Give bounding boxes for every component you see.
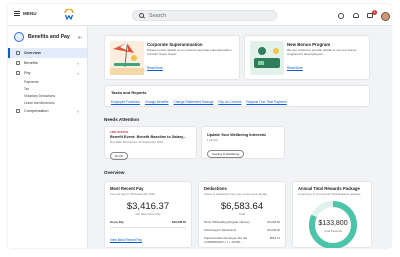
sidebar-header: Benefits and Pay	[14, 32, 70, 42]
row-label: Gross Pay	[110, 220, 124, 224]
promo-card-bonus[interactable]: New Bonus Program We are excited to prov…	[244, 35, 370, 80]
promo-card-superannuation[interactable]: Corporate Superannuation Please review d…	[104, 35, 240, 80]
attention-title: Benefit Event: Benefit Baseline to Salar…	[110, 135, 187, 139]
amount-caption: Total	[239, 212, 245, 216]
total-rewards-amount: $133,800	[318, 220, 348, 227]
sidebar-nav: Overview Benefits ˅ Pay ˄ Payments Tax V…	[8, 48, 87, 116]
main-content: Corporate Superannuation Please review d…	[94, 26, 386, 248]
benefits-app-icon	[14, 32, 24, 42]
deduction-row: Child Support (Deduction) $3,045.00	[204, 228, 280, 232]
sidebar: Benefits and Pay ⇤ Overview Benefits ˅ P…	[8, 26, 88, 248]
row-value: $10,048.55	[172, 220, 186, 224]
amount-caption: Total Rewards	[324, 229, 342, 233]
attention-subtitle: Due Date Review Due 12 September 2022	[110, 140, 164, 144]
inbox-badge: 1	[372, 10, 377, 15]
search-icon	[139, 13, 144, 18]
wellbeing-button[interactable]: Getting & Wellbeing	[207, 150, 245, 158]
promo-description: Please review details of our current cor…	[147, 48, 232, 56]
workday-logo-icon[interactable]	[63, 9, 75, 21]
chevron-down-icon: ˅	[76, 108, 79, 114]
deduction-row: Superannuation Employee Pre Tax 2.000000…	[204, 236, 280, 244]
collapse-sidebar-icon[interactable]: ⇤	[78, 35, 82, 41]
divider	[110, 227, 186, 228]
deduction-row: PAYG Withholding (Regular / Bonus) $3,02…	[204, 220, 280, 224]
sidebar-item-label: Compensation	[24, 109, 49, 113]
gross-pay-row: Gross Pay $10,048.55	[110, 220, 186, 224]
deductions-amount: $6,583.64	[220, 201, 264, 212]
row-label: Superannuation Employee Pre Tax 2.000000…	[204, 236, 248, 244]
task-link-one-time-payment[interactable]: Request One-Time Payment	[246, 100, 286, 104]
promo-text: New Bonus Program We are excited to prov…	[287, 42, 367, 74]
attention-card-wellbeing[interactable]: Update Your Wellbeing Interests! 1 item(…	[201, 126, 285, 159]
sidebar-title: Benefits and Pay	[28, 34, 70, 40]
chat-icon[interactable]	[338, 13, 344, 19]
total-rewards-card: Annual Total Rewards Package A summary o…	[292, 181, 372, 248]
row-value: $510.14	[269, 236, 280, 240]
compensation-icon	[16, 109, 20, 113]
overview-heading: Overview	[104, 170, 125, 175]
read-more-link[interactable]: Read More	[147, 66, 163, 70]
sidebar-item-label: Pay	[24, 71, 31, 75]
task-link-change-retirement[interactable]: Change Retirement Savings	[173, 100, 213, 104]
chevron-up-icon: ˄	[76, 70, 79, 76]
top-bar: MENU Search 1	[8, 4, 391, 26]
card-subtitle: A summary of your Annual Total Rewards p…	[298, 192, 362, 196]
card-title: Most Recent Pay	[110, 186, 144, 191]
card-subtitle: Cases of deductions from your most recen…	[204, 192, 268, 196]
tasks-title: Tasks and Reports	[111, 90, 147, 95]
row-value: $3,028.50	[267, 220, 280, 224]
sidebar-item-label: Overview	[24, 51, 41, 55]
bonus-illustration-icon	[250, 41, 284, 75]
task-link-employee-functions[interactable]: Employee Functions	[111, 100, 140, 104]
promo-title: New Bonus Program	[287, 42, 331, 47]
deductions-card: Deductions Cases of deductions from your…	[198, 181, 286, 248]
promo-text: Corporate Superannuation Please review d…	[147, 42, 237, 74]
attention-subtitle: 1 item(s)	[207, 138, 218, 142]
pay-icon	[16, 71, 20, 75]
card-title: Deductions	[204, 186, 227, 191]
app-window: MENU Search 1 Benefits and Pay ⇤ Overvie…	[8, 4, 391, 248]
sidebar-subitem-payments[interactable]: Payments	[8, 78, 87, 85]
sidebar-item-pay[interactable]: Pay ˄	[8, 68, 87, 78]
sidebar-item-benefits[interactable]: Benefits ˅	[8, 58, 87, 68]
search-bar[interactable]: Search	[132, 10, 277, 21]
notifications-bell-icon[interactable]	[353, 13, 359, 18]
attention-card-benefit-event[interactable]: LIFE STATUS Benefit Event: Benefit Basel…	[104, 126, 197, 160]
task-link-change-benefits[interactable]: Change Benefits	[145, 100, 169, 104]
promo-description: We are excited to provide details of our…	[287, 48, 357, 56]
most-recent-pay-card: Most Recent Pay Your net pay for 28 Sept…	[104, 181, 192, 248]
promo-title: Corporate Superannuation	[147, 42, 203, 47]
hamburger-icon	[14, 11, 20, 16]
row-label: Child Support (Deduction)	[204, 228, 237, 232]
sidebar-subitem-leave[interactable]: Leave and Absences	[8, 99, 87, 106]
task-links: Employee Functions Change Benefits Chang…	[111, 100, 363, 104]
row-label: PAYG Withholding (Regular / Bonus)	[204, 220, 250, 224]
read-more-link[interactable]: Read More	[287, 66, 303, 70]
attention-title: Update Your Wellbeing Interests!	[207, 133, 267, 137]
tasks-reports-card: Tasks and Reports Employee Functions Cha…	[104, 85, 370, 107]
sidebar-subitem-voluntary-deductions[interactable]: Voluntary Deductions	[8, 92, 87, 99]
amount-caption: Net Take Home Pay	[135, 212, 161, 216]
search-placeholder: Search	[149, 12, 167, 19]
row-value: $3,045.00	[267, 228, 280, 232]
sidebar-item-overview[interactable]: Overview	[8, 48, 87, 58]
sidebar-item-label: Benefits	[24, 61, 38, 65]
task-link-pay-connect[interactable]: Pay Us Connect	[218, 100, 241, 104]
needs-attention-heading: Needs Attention	[104, 117, 140, 122]
sidebar-subitem-tax[interactable]: Tax	[8, 85, 87, 92]
menu-button[interactable]: MENU	[14, 11, 37, 16]
beach-illustration-icon	[110, 41, 144, 75]
sidebar-item-compensation[interactable]: Compensation ˅	[8, 106, 87, 116]
net-pay-amount: $3,416.37	[126, 201, 170, 212]
card-subtitle: Your net pay for 28 September 2022	[110, 192, 155, 196]
enroll-button[interactable]: Enroll	[110, 152, 128, 160]
menu-label: MENU	[23, 11, 37, 16]
status-label: LIFE STATUS	[110, 130, 129, 134]
view-recent-pay-link[interactable]: View Most Recent Pay	[110, 238, 142, 242]
user-avatar[interactable]	[381, 12, 390, 21]
overview-icon	[16, 51, 20, 55]
card-title: Annual Total Rewards Package	[298, 186, 360, 191]
benefits-icon	[16, 61, 20, 65]
chevron-down-icon: ˅	[76, 60, 79, 66]
